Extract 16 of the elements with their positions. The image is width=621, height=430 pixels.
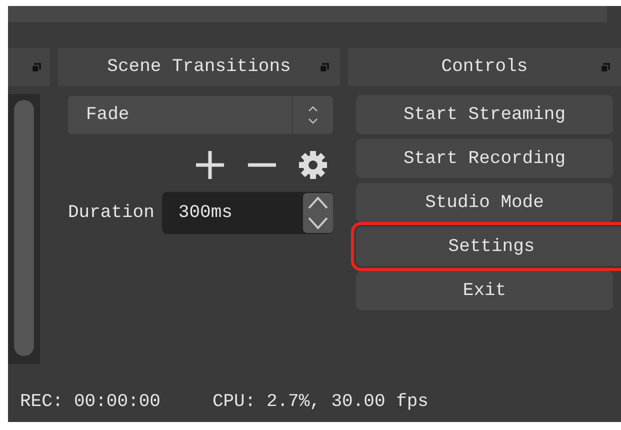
transition-dropdown[interactable]: Fade (68, 96, 333, 134)
control-button[interactable]: Settings (356, 227, 621, 266)
settings-icon[interactable] (297, 149, 329, 181)
add-icon[interactable] (193, 148, 227, 182)
dock-title: Controls (441, 57, 528, 77)
control-button[interactable]: Start Streaming (356, 95, 613, 134)
control-button[interactable]: Start Recording (356, 139, 613, 178)
duration-spinbox[interactable]: 300ms (162, 192, 333, 234)
cpu-usage: CPU: 2.7%, 30.00 fps (212, 392, 428, 412)
recording-time: REC: 00:00:00 (20, 392, 160, 412)
updown-icon (307, 104, 319, 126)
dock-title: Scene Transitions (107, 57, 291, 77)
scrollbar-thumb[interactable] (14, 100, 34, 356)
control-button[interactable]: Exit (356, 271, 613, 310)
control-button[interactable]: Studio Mode (356, 183, 613, 222)
duration-label: Duration (68, 203, 154, 223)
